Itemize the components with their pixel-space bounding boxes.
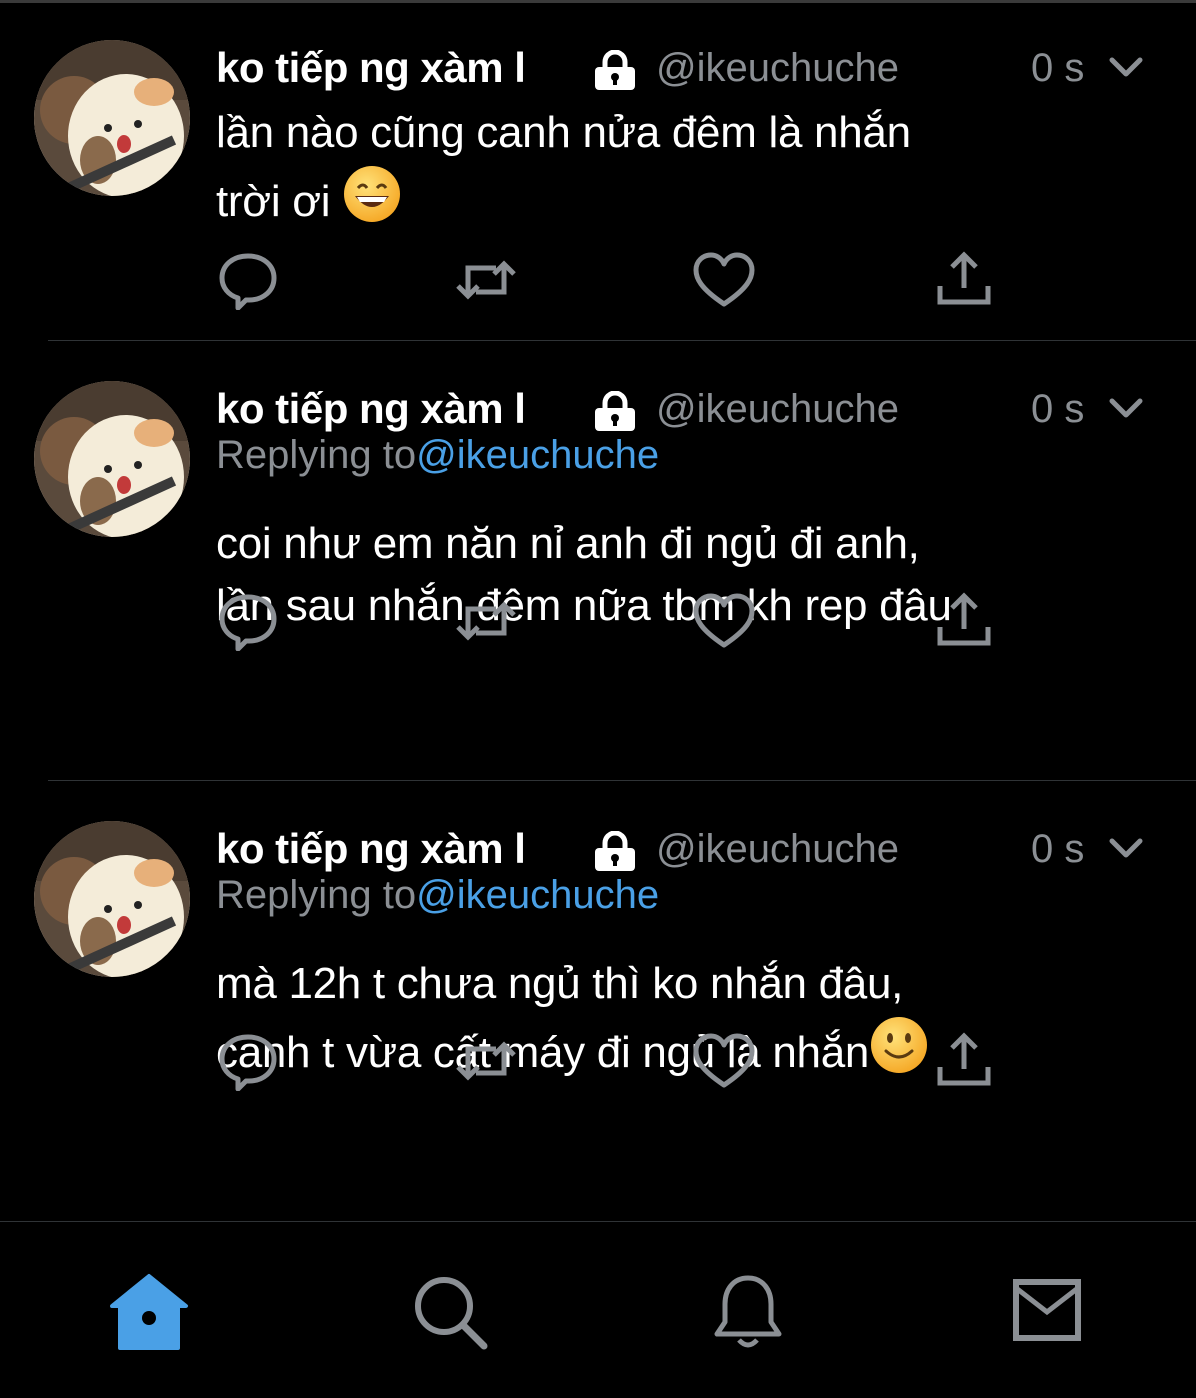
retweet-icon[interactable] (454, 591, 518, 651)
share-icon[interactable] (932, 591, 996, 651)
user-handle[interactable]: @ikeuchuche (656, 383, 899, 435)
like-icon[interactable] (692, 250, 756, 310)
timestamp: 0 s (1031, 827, 1085, 871)
chevron-down-icon[interactable] (1106, 833, 1146, 865)
lock-icon (595, 391, 635, 431)
user-handle[interactable]: @ikeuchuche (656, 823, 899, 875)
notifications-icon[interactable] (703, 1266, 793, 1356)
avatar[interactable] (34, 381, 190, 537)
like-icon[interactable] (692, 1031, 756, 1091)
tweet-actions (216, 591, 1016, 651)
chevron-down-icon[interactable] (1106, 52, 1146, 84)
retweet-icon[interactable] (454, 250, 518, 310)
share-icon[interactable] (932, 1031, 996, 1091)
tweet-header: ko tiếp ng xàm l @ikeuchuche 0 s (216, 383, 1196, 435)
lock-icon (595, 831, 635, 871)
tweet[interactable]: ko tiếp ng xàm l @ikeuchuche 0 s Replyin… (0, 781, 1196, 1221)
retweet-icon[interactable] (454, 1031, 518, 1091)
tweet-header: ko tiếp ng xàm l @ikeuchuche 0 s (216, 823, 1196, 875)
display-name[interactable]: ko tiếp ng xàm l (216, 823, 526, 875)
bottom-tab-bar (0, 1221, 1196, 1398)
messages-icon[interactable] (1002, 1266, 1092, 1356)
tweet-header: ko tiếp ng xàm l @ikeuchuche 0 s (216, 42, 1196, 94)
tweet[interactable]: ko tiếp ng xàm l @ikeuchuche 0 s lần nào… (0, 0, 1196, 341)
tweet[interactable]: ko tiếp ng xàm l @ikeuchuche 0 s Replyin… (0, 341, 1196, 781)
avatar[interactable] (34, 40, 190, 196)
home-icon[interactable] (104, 1266, 194, 1356)
like-icon[interactable] (692, 591, 756, 651)
reply-icon[interactable] (216, 1031, 280, 1091)
replying-to: Replying to@ikeuchuche (216, 873, 660, 917)
user-handle[interactable]: @ikeuchuche (656, 42, 899, 94)
tweet-text: lần nào cũng canh nửa đêm là nhắn trời ơ… (216, 108, 911, 226)
share-icon[interactable] (932, 250, 996, 310)
lock-icon (595, 50, 635, 90)
timestamp: 0 s (1031, 387, 1085, 431)
display-name[interactable]: ko tiếp ng xàm l (216, 383, 526, 435)
reply-icon[interactable] (216, 250, 280, 310)
chevron-down-icon[interactable] (1106, 393, 1146, 425)
timeline: ko tiếp ng xàm l @ikeuchuche 0 s lần nào… (0, 0, 1196, 1221)
reply-handle-link[interactable]: @ikeuchuche (416, 433, 659, 477)
timestamp: 0 s (1031, 46, 1085, 90)
reply-handle-link[interactable]: @ikeuchuche (416, 873, 659, 917)
replying-to: Replying to@ikeuchuche (216, 433, 660, 477)
search-icon[interactable] (404, 1266, 494, 1356)
avatar[interactable] (34, 821, 190, 977)
display-name[interactable]: ko tiếp ng xàm l (216, 42, 526, 94)
reply-icon[interactable] (216, 591, 280, 651)
grinning-face-emoji (344, 166, 401, 222)
tweet-actions (216, 1031, 1016, 1091)
tweet-actions (216, 250, 1016, 310)
